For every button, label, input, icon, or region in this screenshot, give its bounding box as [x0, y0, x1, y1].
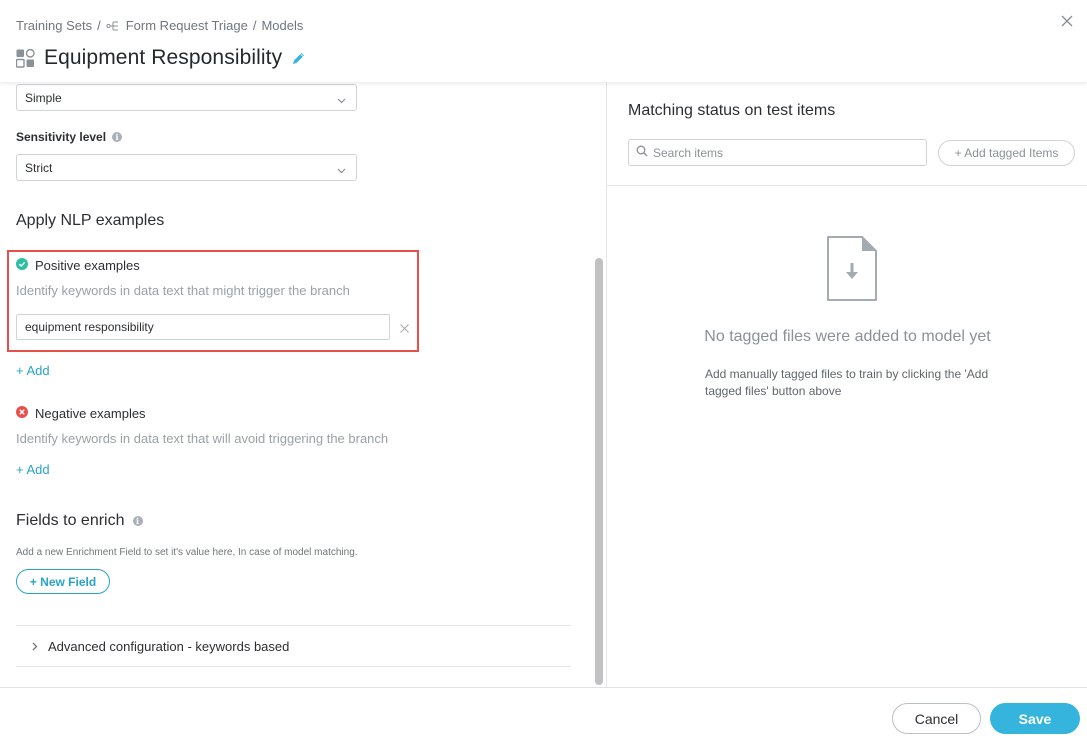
sensitivity-label: Sensitivity level i [16, 130, 123, 144]
scrollbar-thumb[interactable] [595, 258, 603, 685]
new-field-button[interactable]: + New Field [16, 569, 110, 594]
enrich-section-label: Fields to enrich [16, 512, 125, 529]
title-row: Equipment Responsibility [16, 46, 306, 70]
empty-state-description: Add manually tagged files to train by cl… [705, 367, 989, 398]
file-download-icon [826, 235, 878, 307]
modal-footer: Cancel Save [0, 687, 1087, 741]
breadcrumb: Training Sets / Form Request Triage / Mo… [16, 18, 303, 33]
sensitivity-select[interactable]: Strict [16, 154, 357, 181]
mode-select-value: Simple [25, 91, 62, 105]
info-icon[interactable]: i [132, 516, 143, 526]
enrich-section-title: Fields to enrich i [16, 512, 143, 530]
remove-example-icon[interactable] [399, 321, 410, 333]
check-circle-icon [16, 258, 28, 273]
nlp-section-title: Apply NLP examples [16, 212, 165, 229]
chevron-down-icon [337, 93, 346, 107]
add-negative-example-button[interactable]: + Add [16, 462, 50, 477]
matching-status-title: Matching status on test items [628, 102, 836, 119]
positive-example-input[interactable] [16, 314, 390, 340]
matching-status-header: Matching status on test items + Add tagg… [607, 82, 1087, 186]
breadcrumb-item-training-sets[interactable]: Training Sets [16, 18, 92, 33]
left-panel-scrollbar[interactable] [593, 82, 605, 687]
info-icon[interactable]: i [112, 132, 123, 142]
mode-select[interactable]: Simple [16, 84, 357, 111]
advanced-configuration-label: Advanced configuration - keywords based [48, 638, 290, 654]
cancel-button[interactable]: Cancel [892, 703, 981, 734]
add-positive-example-button[interactable]: + Add [16, 363, 50, 378]
negative-examples-label: Negative examples [35, 406, 146, 421]
breadcrumb-separator: / [252, 18, 257, 33]
save-button[interactable]: Save [990, 703, 1080, 734]
advanced-configuration-toggle[interactable]: Advanced configuration - keywords based [16, 626, 571, 666]
model-config-panel: Simple Sensitivity level i Strict Apply … [0, 82, 590, 687]
page-title: Equipment Responsibility [44, 46, 283, 69]
breadcrumb-separator: / [97, 18, 101, 33]
enrich-note: Add a new Enrichment Field to set it's v… [16, 547, 358, 558]
negative-examples-description: Identify keywords in data text that will… [16, 431, 389, 446]
empty-state-title: No tagged files were added to model yet [704, 328, 991, 345]
negative-examples-title: Negative examples [16, 406, 146, 421]
modal-header: Training Sets / Form Request Triage / Mo… [0, 0, 1087, 82]
search-items-input[interactable] [653, 145, 913, 160]
divider [16, 666, 571, 667]
matching-status-panel: Matching status on test items + Add tagg… [606, 82, 1087, 687]
breadcrumb-item-form-request-triage[interactable]: Form Request Triage [126, 18, 248, 33]
search-icon [636, 144, 648, 162]
sensitivity-select-value: Strict [25, 161, 53, 175]
positive-examples-label: Positive examples [35, 258, 140, 273]
positive-examples-title: Positive examples [16, 258, 140, 273]
sensitivity-label-text: Sensitivity level [16, 130, 107, 144]
chevron-down-icon [337, 163, 346, 177]
pencil-icon[interactable] [291, 51, 306, 66]
chevron-right-icon [32, 642, 38, 651]
breadcrumb-item-models[interactable]: Models [261, 18, 303, 33]
branch-icon [106, 20, 120, 32]
x-circle-icon [16, 406, 28, 421]
positive-examples-description: Identify keywords in data text that migh… [16, 283, 350, 298]
search-items-field[interactable] [628, 139, 927, 166]
close-icon[interactable] [1059, 13, 1075, 29]
model-grid-icon [16, 48, 35, 68]
add-tagged-items-button[interactable]: + Add tagged Items [938, 140, 1075, 166]
